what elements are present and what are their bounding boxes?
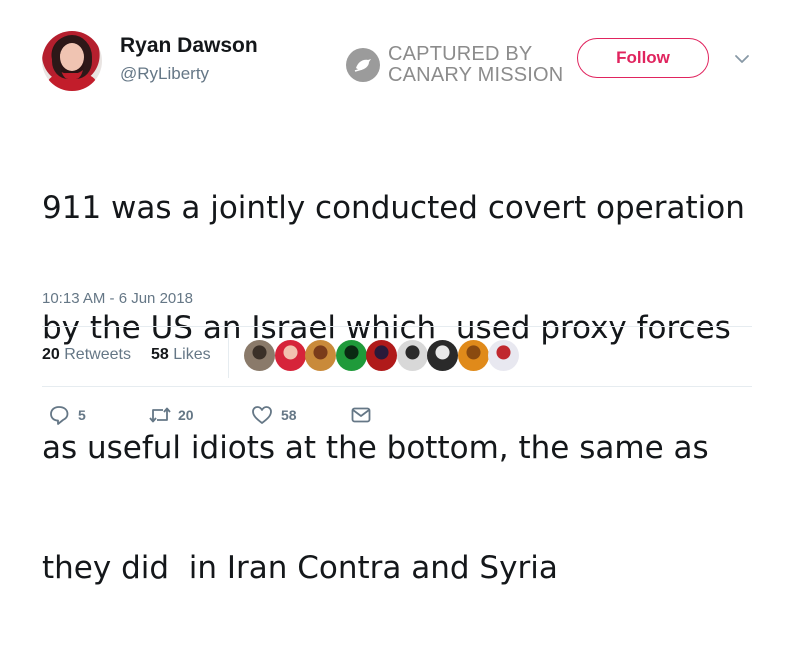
avatar-face [60, 43, 84, 71]
like-count: 58 [281, 407, 297, 423]
retweets-stat[interactable]: 20 Retweets [42, 346, 131, 364]
heart-icon [252, 406, 272, 424]
chevron-down-icon[interactable] [734, 54, 750, 64]
liker-avatar[interactable] [305, 340, 336, 371]
liker-avatar[interactable] [488, 340, 519, 371]
divider [42, 326, 752, 327]
divider [42, 386, 752, 387]
likes-stat[interactable]: 58 Likes [151, 346, 211, 364]
retweet-count: 20 [178, 407, 194, 423]
watermark-line2: CANARY MISSION [388, 64, 564, 86]
likes-count: 58 [151, 346, 169, 363]
liker-avatar[interactable] [274, 340, 306, 371]
tweet-text-line: 911 was a jointly conducted covert opera… [42, 190, 745, 226]
capture-watermark: CAPTURED BY CANARY MISSION [346, 43, 576, 86]
watermark-line1: CAPTURED BY [388, 43, 533, 65]
retweets-label: Retweets [64, 346, 131, 363]
liker-avatar[interactable] [427, 340, 458, 371]
reply-icon [50, 406, 69, 425]
tweet-card: Ryan Dawson @RyLiberty CAPTURED BY CANAR… [0, 0, 800, 586]
tweet-text-line: as useful idiots at the bottom, the same… [42, 430, 709, 466]
liker-avatar[interactable] [457, 340, 489, 371]
likes-label: Likes [173, 346, 211, 363]
avatar[interactable] [42, 31, 102, 91]
tweet-timestamp[interactable]: 10:13 AM - 6 Jun 2018 [42, 290, 193, 307]
display-name[interactable]: Ryan Dawson [120, 34, 258, 58]
retweets-count: 20 [42, 346, 60, 363]
reply-count: 5 [78, 407, 86, 423]
liker-avatar[interactable] [396, 340, 428, 371]
tweet-text-line: by the US an Israel which used proxy for… [42, 310, 731, 346]
follow-button[interactable]: Follow [577, 38, 709, 78]
retweet-icon [149, 407, 171, 423]
liker-avatar[interactable] [335, 340, 367, 371]
liker-avatar[interactable] [244, 340, 275, 371]
liker-avatar[interactable] [366, 340, 397, 371]
stats-divider [228, 334, 229, 378]
user-handle[interactable]: @RyLiberty [120, 64, 209, 84]
envelope-icon [351, 407, 371, 423]
tweet-text: 911 was a jointly conducted covert opera… [42, 108, 762, 668]
canary-bird-icon [346, 48, 380, 82]
tweet-text-line: they did in Iran Contra and Syria [42, 550, 558, 586]
